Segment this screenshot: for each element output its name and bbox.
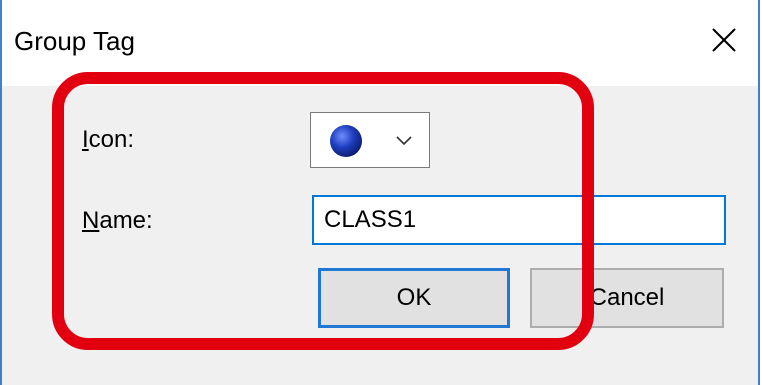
close-icon (712, 28, 736, 52)
name-label: Name: (82, 207, 153, 235)
blue-ball-icon (330, 125, 362, 157)
close-button[interactable] (702, 18, 746, 62)
icon-label-text: con: (88, 126, 135, 153)
name-label-accelerator: N (82, 207, 100, 234)
name-input[interactable] (312, 195, 726, 245)
name-label-text: ame: (99, 207, 153, 234)
title-bar: Group Tag (2, 0, 758, 86)
dialog-title: Group Tag (14, 26, 135, 56)
cancel-button[interactable]: Cancel (530, 268, 724, 328)
icon-label-accelerator: I (82, 126, 89, 153)
icon-combobox[interactable] (310, 112, 430, 168)
icon-label: Icon: (82, 126, 134, 154)
chevron-down-icon (396, 136, 412, 146)
group-tag-dialog: Group Tag Icon: Name: OK Cancel (0, 0, 760, 385)
ok-button[interactable]: OK (318, 268, 510, 328)
